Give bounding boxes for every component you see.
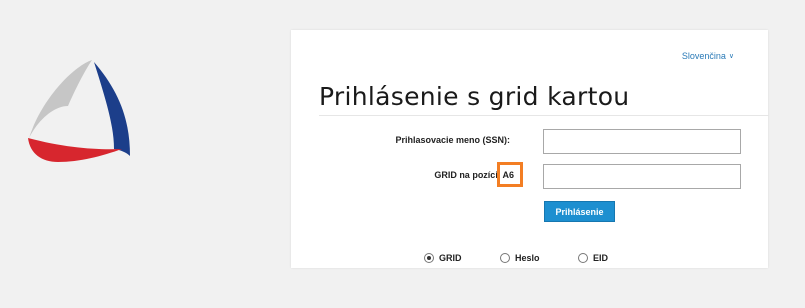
- login-card: Slovenčina ∨ Prihlásenie s grid kartou Pr…: [291, 30, 769, 268]
- divider: [319, 115, 769, 116]
- login-method-group: GRID Heslo EID: [291, 253, 768, 267]
- grid-position-highlight: [497, 162, 523, 187]
- language-selector[interactable]: Slovenčina ∨: [682, 51, 734, 61]
- logo-icon: [28, 60, 130, 162]
- method-eid-label: EID: [593, 253, 609, 263]
- radio-icon[interactable]: [500, 253, 510, 263]
- method-eid-radio[interactable]: EID: [578, 253, 608, 263]
- username-input[interactable]: [543, 129, 741, 154]
- method-grid-radio[interactable]: GRID: [424, 253, 462, 263]
- method-grid-label: GRID: [439, 253, 462, 263]
- method-heslo-radio[interactable]: Heslo: [500, 253, 540, 263]
- username-label: Prihlasovacie meno (SSN):: [395, 135, 510, 145]
- login-button[interactable]: Prihlásenie: [544, 201, 615, 222]
- chevron-down-icon: ∨: [728, 53, 734, 60]
- radio-icon[interactable]: [578, 253, 588, 263]
- language-label: Slovenčina: [681, 51, 726, 61]
- radio-selected-icon[interactable]: [424, 253, 434, 263]
- page-title: Prihlásenie s grid kartou: [319, 82, 630, 111]
- grid-input[interactable]: [543, 164, 741, 189]
- method-heslo-label: Heslo: [515, 253, 540, 263]
